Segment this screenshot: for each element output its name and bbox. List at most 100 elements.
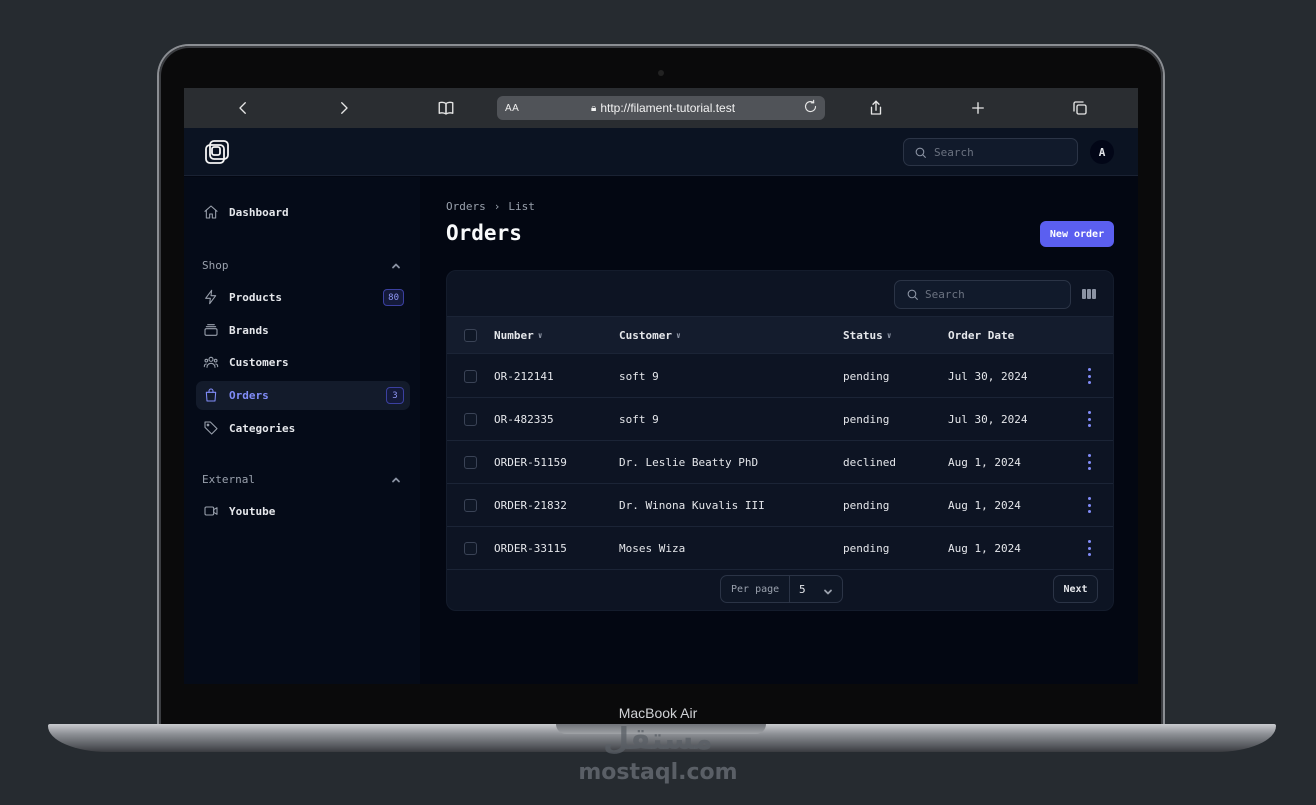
sidebar-item-products[interactable]: Products 80 [196,283,410,312]
watermark-latin: mostaql.com [578,760,738,785]
cell-status: pending [843,542,890,555]
row-checkbox[interactable] [464,499,477,512]
row-checkbox[interactable] [464,542,477,555]
cell-date: Jul 30, 2024 [948,370,1028,383]
breadcrumb-list: List [508,200,535,213]
sidebar-item-categories[interactable]: Categories [196,414,410,443]
shopping-bag-icon [203,387,219,403]
count-badge: 3 [386,387,404,404]
columns-toggle-icon[interactable] [1082,287,1096,301]
group-label-shop[interactable]: Shop [202,259,229,272]
app-logo-icon[interactable] [204,139,230,165]
screen: AA 🔒︎ http://filament-tutorial.test Searc… [184,88,1138,684]
per-page-label: Per page [731,584,780,595]
select-all-checkbox[interactable] [464,329,477,342]
page-title: Orders [446,221,522,245]
cell-number: OR-212141 [494,370,554,383]
row-actions-icon[interactable] [1087,368,1091,384]
sort-icon: ∨ [886,331,892,340]
sidebar-item-label: Dashboard [229,206,289,219]
sidebar-item-youtube[interactable]: Youtube [196,497,410,526]
chevron-right-icon: › [493,200,501,213]
row-actions-icon[interactable] [1087,497,1091,513]
column-header-order-date: Order Date [948,329,1015,342]
forward-icon[interactable] [332,96,356,120]
search-icon [914,146,928,160]
reader-aa-button[interactable]: AA [505,103,519,114]
sidebar: Dashboard Shop Products 80 Brands Custom… [184,177,420,684]
row-checkbox[interactable] [464,456,477,469]
cell-status: pending [843,413,890,426]
sidebar-item-dashboard[interactable]: Dashboard [196,198,410,227]
group-label-external[interactable]: External [202,473,255,486]
per-page-select[interactable]: Per page 5 [720,575,843,603]
cell-customer: Dr. Winona Kuvalis III [619,499,765,512]
cell-customer: soft 9 [619,370,659,383]
url-text: http://filament-tutorial.test [600,101,736,115]
column-header-customer[interactable]: Customer ∨ [619,329,681,342]
search-icon [906,288,920,302]
column-header-number[interactable]: Number ∨ [494,329,543,342]
cell-number: ORDER-51159 [494,456,567,469]
global-search-placeholder: Search [934,146,974,159]
users-icon [203,354,219,370]
chevron-up-icon[interactable] [390,473,402,485]
chevron-up-icon[interactable] [390,259,402,271]
address-bar[interactable]: AA 🔒︎ http://filament-tutorial.test [497,96,825,120]
row-actions-icon[interactable] [1087,540,1091,556]
next-page-button[interactable]: Next [1053,575,1098,603]
share-icon[interactable] [864,96,888,120]
cell-number: ORDER-21832 [494,499,567,512]
global-search-input[interactable]: Search [903,138,1078,166]
count-badge: 80 [383,289,404,306]
watermark-arabic: مستقل [603,722,713,757]
back-icon[interactable] [231,96,255,120]
table-header: Number ∨ Customer ∨ Status ∨ Order Date [447,316,1113,354]
orders-table-card: Search Number ∨ Customer ∨ Status ∨ Order D… [446,270,1114,611]
table-row[interactable]: ORDER-21832 Dr. Winona Kuvalis III pending… [447,484,1113,527]
sort-icon: ∨ [537,331,543,340]
cell-number: OR-482335 [494,413,554,426]
row-checkbox[interactable] [464,370,477,383]
cell-number: ORDER-33115 [494,542,567,555]
cell-date: Aug 1, 2024 [948,456,1021,469]
table-row[interactable]: OR-482335 soft 9 pending Jul 30, 2024 [447,398,1113,441]
breadcrumb-orders[interactable]: Orders [446,200,486,213]
bookmarks-icon[interactable] [434,96,458,120]
per-page-value: 5 [799,583,806,596]
user-avatar[interactable]: A [1090,140,1114,164]
row-checkbox[interactable] [464,413,477,426]
stack-icon [203,322,219,338]
sidebar-item-label: Youtube [229,505,276,518]
sidebar-item-label: Products [229,291,282,304]
app-topbar: Search A [184,128,1138,176]
table-row[interactable]: ORDER-51159 Dr. Leslie Beatty PhD declined… [447,441,1113,484]
new-order-button[interactable]: New order [1040,221,1114,247]
column-header-status[interactable]: Status ∨ [843,329,892,342]
lock-icon: 🔒︎ [591,102,597,114]
table-search-input[interactable]: Search [894,280,1071,309]
cell-date: Aug 1, 2024 [948,499,1021,512]
cell-status: declined [843,456,896,469]
table-row[interactable]: OR-212141 soft 9 pending Jul 30, 2024 [447,355,1113,398]
reload-icon[interactable] [803,99,821,117]
row-actions-icon[interactable] [1087,411,1091,427]
browser-toolbar: AA 🔒︎ http://filament-tutorial.test [184,88,1138,128]
camera [658,70,664,76]
sidebar-item-brands[interactable]: Brands [196,316,410,345]
table-row[interactable]: ORDER-33115 Moses Wiza pending Aug 1, 2024 [447,527,1113,570]
cell-date: Aug 1, 2024 [948,542,1021,555]
cell-customer: soft 9 [619,413,659,426]
sidebar-item-customers[interactable]: Customers [196,348,410,377]
cell-status: pending [843,370,890,383]
new-tab-icon[interactable] [966,96,990,120]
sidebar-item-label: Customers [229,356,289,369]
divider [789,576,790,602]
tabs-icon[interactable] [1068,96,1092,120]
sidebar-item-label: Brands [229,324,269,337]
cell-status: pending [843,499,890,512]
sidebar-item-orders[interactable]: Orders 3 [196,381,410,410]
cell-customer: Moses Wiza [619,542,686,555]
chevron-down-icon [823,584,833,595]
row-actions-icon[interactable] [1087,454,1091,470]
